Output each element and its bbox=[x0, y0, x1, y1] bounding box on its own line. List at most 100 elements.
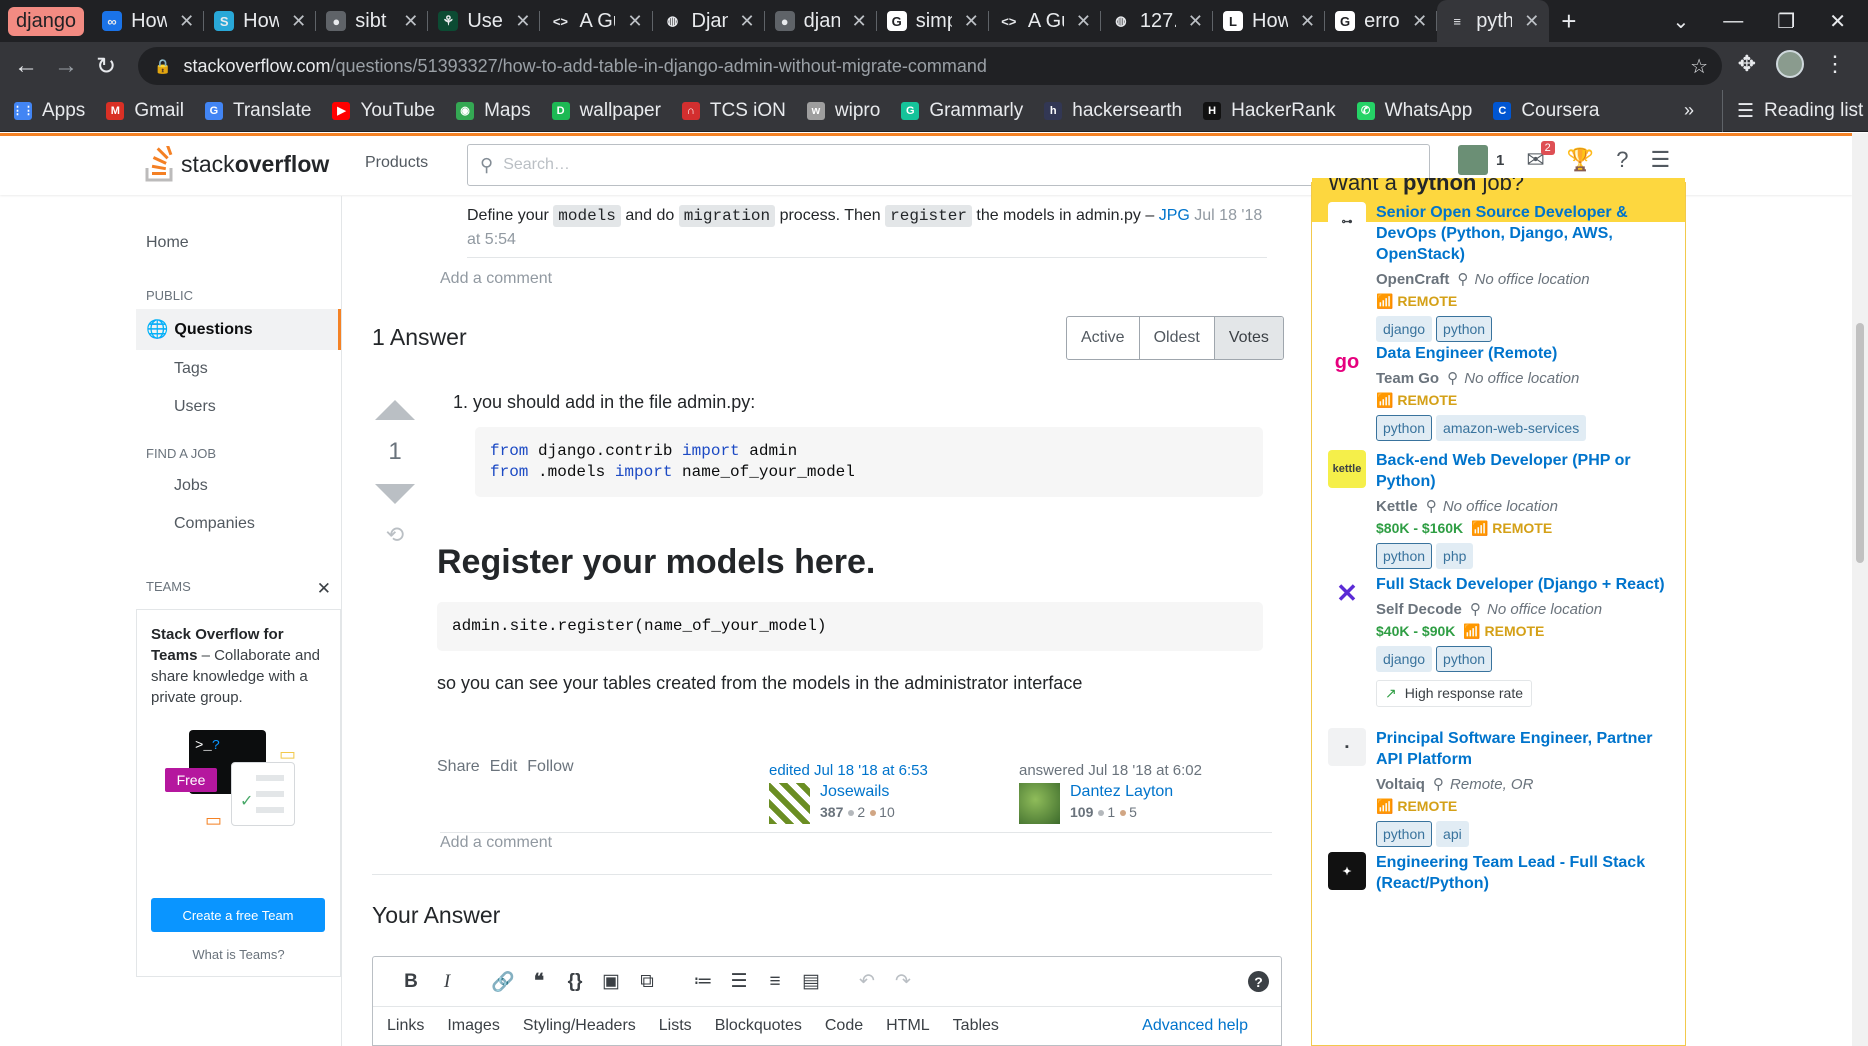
link-icon[interactable]: 🔗 bbox=[485, 970, 521, 994]
new-tab-icon[interactable]: + bbox=[1561, 6, 1576, 37]
forward-icon[interactable]: → bbox=[46, 52, 86, 80]
browser-tab[interactable]: S How ✕ bbox=[204, 0, 317, 42]
bold-icon[interactable]: B bbox=[393, 971, 429, 993]
products-menu[interactable]: Products bbox=[365, 154, 428, 172]
inbox-icon[interactable]: ✉ 2 bbox=[1526, 141, 1555, 173]
job-title[interactable]: Data Engineer (Remote) bbox=[1376, 343, 1676, 364]
job-tag[interactable]: python bbox=[1436, 646, 1493, 672]
bookmark-item[interactable]: ∩ TCS iON bbox=[681, 100, 786, 122]
job-tag[interactable]: php bbox=[1436, 543, 1474, 569]
add-comment-link[interactable]: Add a comment bbox=[440, 834, 552, 852]
advanced-help-link[interactable]: Advanced help bbox=[1142, 1017, 1248, 1035]
unordered-list-icon[interactable]: ☰ bbox=[721, 970, 757, 993]
author-avatar[interactable] bbox=[1019, 783, 1060, 824]
tab-search-icon[interactable]: ⌄ bbox=[1673, 9, 1690, 34]
nav-tags[interactable]: Tags bbox=[136, 350, 341, 388]
heading-icon[interactable]: ≡ bbox=[757, 971, 793, 993]
bookmark-item[interactable]: ◉ Maps bbox=[456, 100, 531, 122]
editor-avatar[interactable] bbox=[769, 783, 810, 824]
undo-icon[interactable]: ↶ bbox=[849, 970, 885, 993]
bookmark-item[interactable]: M Gmail bbox=[106, 100, 184, 122]
sort-tab-oldest[interactable]: Oldest bbox=[1140, 317, 1215, 359]
user-avatar[interactable] bbox=[1458, 145, 1488, 175]
nav-jobs[interactable]: Jobs bbox=[136, 467, 341, 505]
job-title[interactable]: Full Stack Developer (Django + React) bbox=[1376, 574, 1676, 595]
job-tag[interactable]: django bbox=[1376, 646, 1433, 672]
downvote-icon[interactable] bbox=[375, 484, 415, 504]
nav-home[interactable]: Home bbox=[136, 226, 341, 260]
upvote-icon[interactable] bbox=[375, 400, 415, 420]
history-icon[interactable]: ⟲ bbox=[371, 522, 419, 548]
editor-help-icon[interactable]: ? bbox=[1248, 971, 1269, 992]
help-tab-code[interactable]: Code bbox=[825, 1017, 863, 1035]
bookmark-item[interactable]: ⋮⋮ Apps bbox=[12, 100, 85, 122]
comment-user-link[interactable]: JPG bbox=[1159, 207, 1190, 224]
close-tab-icon[interactable]: ✕ bbox=[1300, 11, 1315, 32]
edited-date-link[interactable]: edited Jul 18 '18 at 6:53 bbox=[769, 762, 928, 779]
job-title[interactable]: Principal Software Engineer, Partner API… bbox=[1376, 728, 1676, 770]
close-teams-icon[interactable]: ✕ bbox=[317, 579, 331, 599]
job-title[interactable]: Back-end Web Developer (PHP or Python) bbox=[1376, 450, 1676, 492]
browser-tab[interactable]: <> A Gu ✕ bbox=[540, 0, 653, 42]
browser-tab[interactable]: ● djan ✕ bbox=[765, 0, 877, 42]
reading-list-button[interactable]: ☰ Reading list bbox=[1722, 90, 1863, 132]
page-scrollbar[interactable] bbox=[1852, 133, 1868, 1046]
what-is-teams-link[interactable]: What is Teams? bbox=[137, 947, 340, 962]
job-tag[interactable]: python bbox=[1376, 415, 1433, 441]
bookmark-item[interactable]: G Grammarly bbox=[901, 100, 1023, 122]
share-link[interactable]: Share bbox=[437, 758, 480, 776]
snippet-icon[interactable]: ⧉ bbox=[629, 971, 665, 993]
blockquote-icon[interactable]: ❝ bbox=[521, 970, 557, 993]
bookmark-item[interactable]: h hackersearth bbox=[1044, 100, 1182, 122]
close-tab-icon[interactable]: ✕ bbox=[627, 11, 642, 32]
sort-tab-active[interactable]: Active bbox=[1067, 317, 1140, 359]
close-tab-icon[interactable]: ✕ bbox=[964, 11, 979, 32]
browser-tab[interactable]: Gerro ✕ bbox=[1325, 0, 1438, 42]
bookmark-item[interactable]: G Translate bbox=[204, 100, 311, 122]
help-tab-lists[interactable]: Lists bbox=[659, 1017, 692, 1035]
close-tab-icon[interactable]: ✕ bbox=[515, 11, 530, 32]
minimize-icon[interactable]: — bbox=[1723, 10, 1743, 33]
nav-questions[interactable]: 🌐 Questions bbox=[136, 309, 341, 350]
follow-link[interactable]: Follow bbox=[527, 758, 573, 776]
chrome-menu-icon[interactable]: ⋮ bbox=[1824, 51, 1846, 77]
help-tab-blockquotes[interactable]: Blockquotes bbox=[715, 1017, 802, 1035]
back-icon[interactable]: ← bbox=[6, 52, 46, 80]
bookmark-item[interactable]: C Coursera bbox=[1493, 100, 1599, 122]
close-window-icon[interactable]: ✕ bbox=[1829, 9, 1846, 34]
browser-tab[interactable]: <> A Gu ✕ bbox=[989, 0, 1101, 42]
close-tab-icon[interactable]: ✕ bbox=[179, 11, 194, 32]
restore-icon[interactable]: ❐ bbox=[1777, 9, 1795, 34]
job-title[interactable]: Senior Open Source Developer & DevOps (P… bbox=[1376, 202, 1676, 265]
job-tag[interactable]: python bbox=[1376, 543, 1433, 569]
close-tab-icon[interactable]: ✕ bbox=[403, 11, 418, 32]
profile-avatar[interactable] bbox=[1776, 50, 1804, 78]
bookmark-item[interactable]: w wipro bbox=[806, 100, 880, 122]
browser-tab[interactable]: ∞ How ✕ bbox=[92, 0, 205, 42]
redo-icon[interactable]: ↷ bbox=[885, 970, 921, 993]
job-tag[interactable]: amazon-web-services bbox=[1436, 415, 1587, 441]
scrollbar-thumb[interactable] bbox=[1856, 323, 1864, 563]
help-tab-html[interactable]: HTML bbox=[886, 1017, 930, 1035]
job-tag[interactable]: python bbox=[1376, 821, 1433, 847]
ordered-list-icon[interactable]: ≔ bbox=[685, 970, 721, 993]
nav-users[interactable]: Users bbox=[136, 388, 341, 426]
close-tab-icon[interactable]: ✕ bbox=[852, 11, 867, 32]
bookmark-item[interactable]: ▶ YouTube bbox=[332, 100, 435, 122]
editor-name-link[interactable]: Josewails bbox=[820, 783, 895, 801]
help-tab-tables[interactable]: Tables bbox=[953, 1017, 999, 1035]
browser-tab[interactable]: L How ✕ bbox=[1213, 0, 1326, 42]
help-tab-links[interactable]: Links bbox=[387, 1017, 424, 1035]
search-input[interactable] bbox=[503, 156, 1384, 174]
achievements-icon[interactable]: 🏆 bbox=[1567, 147, 1594, 173]
add-comment-link[interactable]: Add a comment bbox=[440, 270, 552, 288]
close-tab-icon[interactable]: ✕ bbox=[740, 11, 755, 32]
help-tab-styling[interactable]: Styling/Headers bbox=[523, 1017, 636, 1035]
nav-companies[interactable]: Companies bbox=[136, 505, 341, 543]
browser-tab[interactable]: ⚘ User ✕ bbox=[428, 0, 541, 42]
code-icon[interactable]: {} bbox=[557, 971, 593, 993]
close-tab-icon[interactable]: ✕ bbox=[1524, 11, 1539, 32]
job-tag[interactable]: django bbox=[1376, 316, 1433, 342]
bookmark-item[interactable]: Dwallpaper bbox=[551, 100, 661, 122]
browser-tab[interactable]: Gsimp ✕ bbox=[877, 0, 989, 42]
